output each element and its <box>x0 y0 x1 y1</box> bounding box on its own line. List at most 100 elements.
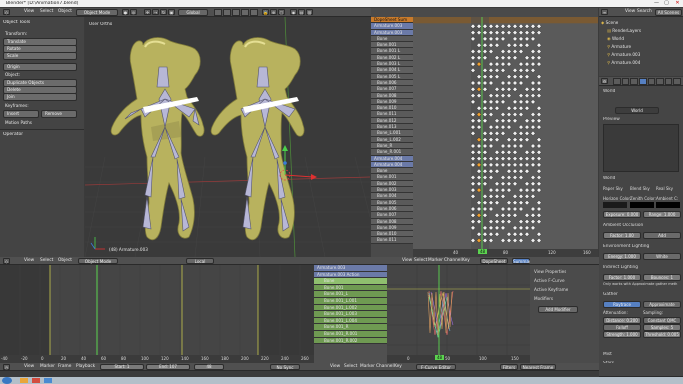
dopesheet-editor[interactable]: DopeSheet Sum Armature.003 Armature.003 Bo… <box>371 17 598 257</box>
timeline-menu-select[interactable]: Select <box>40 258 53 263</box>
graph-channel-row[interactable]: Bone.001_L.003 <box>314 311 387 318</box>
graph-channel-row[interactable]: Bone.001 <box>314 284 387 292</box>
section-mist[interactable]: Mist <box>603 352 612 357</box>
active-keyframe-panel[interactable]: Active Keyframe <box>534 287 568 292</box>
mode-dropdown[interactable]: Object Mode <box>76 9 118 16</box>
bottom-editor-icon[interactable]: ◷ <box>3 364 10 370</box>
paper-sky-check[interactable]: Paper Sky <box>603 186 623 191</box>
env-color-dropdown[interactable]: White <box>643 253 681 260</box>
graph-channel-row[interactable]: Bone <box>314 278 387 285</box>
range-field[interactable]: Range: 1.000 <box>643 211 681 218</box>
zenith-color-swatch[interactable] <box>630 202 654 208</box>
taskbar-app-icon[interactable] <box>20 378 28 383</box>
section-world[interactable]: World <box>603 176 615 181</box>
graph-channel-row[interactable]: Bone.001_R.002 <box>314 337 387 345</box>
current-frame-field[interactable]: 48 <box>194 364 224 370</box>
add-modifier-button[interactable]: Add Modifier <box>538 306 578 313</box>
gather-approximate-button[interactable]: Approximate <box>643 301 681 308</box>
graph-ruler[interactable]: 0 50 100 150 48 <box>387 355 530 363</box>
menu-view[interactable]: View <box>24 9 34 14</box>
pivot-icon[interactable]: ◎ <box>130 9 137 15</box>
world-name-field[interactable]: World <box>615 107 659 114</box>
rotate-icon[interactable]: ↻ <box>160 9 167 15</box>
sync-dropdown[interactable]: No Sync <box>270 364 300 370</box>
translate-icon[interactable]: → <box>152 9 159 15</box>
fcurve-editor-dropdown[interactable]: F-Curve Editor <box>416 364 456 370</box>
modifiers-panel[interactable]: Modifiers <box>534 296 553 301</box>
timeline-editor-icon[interactable]: ◇ <box>3 258 10 264</box>
timeline-orientation-dropdown[interactable]: Local <box>186 258 214 264</box>
filters-dropdown[interactable]: Filters <box>500 364 518 370</box>
minimize-button[interactable]: — <box>652 0 661 7</box>
channels-footer-marker[interactable]: Marker <box>360 364 375 369</box>
strength-field[interactable]: Strength: 1.000 <box>603 331 641 338</box>
graph-menu-marker[interactable]: Marker <box>428 258 443 263</box>
timeline-ruler[interactable]: -40 -20 0 20 40 60 80 100 120 140 160 180 200 220 240 2… <box>0 355 314 363</box>
join-button[interactable]: Join <box>3 93 77 101</box>
real-sky-check[interactable]: Real Sky <box>656 186 673 191</box>
view-properties-panel[interactable]: View Properties <box>534 269 566 274</box>
distance-field[interactable]: Distance: 0.200 <box>603 317 641 324</box>
properties-type-icon[interactable]: ⚙ <box>601 78 608 84</box>
insert-keyframe-button[interactable]: Insert <box>3 110 39 118</box>
render-icon[interactable]: ▤ <box>298 9 305 15</box>
bounces-field[interactable]: Bounces: 1 <box>643 274 681 281</box>
graph-channel-row[interactable]: Bone.001_R.001 <box>314 330 387 338</box>
section-preview[interactable]: Preview <box>603 117 620 122</box>
horizon-color-swatch[interactable] <box>603 202 627 208</box>
outliner-item[interactable]: ⚲ Armature.004 <box>607 60 640 65</box>
snap-target-icon[interactable]: ▢ <box>278 9 285 15</box>
graph-summary-button[interactable]: Summary <box>512 258 533 264</box>
channels-footer-select[interactable]: Select <box>344 364 357 369</box>
blend-sky-check[interactable]: Blend Sky <box>630 186 650 191</box>
samples-field[interactable]: Samples: 5 <box>643 324 681 331</box>
opengl-render-icon[interactable]: ▥ <box>306 9 313 15</box>
editor-type-icon[interactable]: ◇ <box>3 9 10 15</box>
outliner-item[interactable]: ⚲ Armature.003 <box>607 52 640 57</box>
section-ambient-occlusion[interactable]: Ambient Occlusion <box>603 223 643 228</box>
graph-channel-row[interactable]: Bone.001_L.002 <box>314 304 387 312</box>
outliner-menu-search[interactable]: Search <box>637 9 652 14</box>
dopesheet-channel-row[interactable]: Bone.011 <box>371 237 413 244</box>
start-icon[interactable] <box>2 377 12 384</box>
manipulator-icon[interactable]: ✛ <box>144 9 151 15</box>
outliner[interactable]: ◆ Scene ▤ RenderLayers ◉ World ⚲ Armature ⚲ … <box>599 17 683 76</box>
lock-icon[interactable]: 🔒 <box>262 9 269 15</box>
graph-channel-list[interactable]: Armature.003 Armature.003 Action Bone Bone.… <box>314 265 387 363</box>
timeline-editor[interactable]: -40 -20 0 20 40 60 80 100 120 140 160 180 200 220 240 2… <box>0 265 314 363</box>
outliner-menu-view[interactable]: View <box>625 9 635 14</box>
taskbar-app-icon[interactable] <box>32 378 40 383</box>
timeline-menu-view[interactable]: View <box>24 258 34 263</box>
nearest-frame-dropdown[interactable]: Nearest Frame <box>520 364 556 370</box>
outliner-item[interactable]: ▤ RenderLayers <box>607 28 641 33</box>
graph-menu-key[interactable]: Key <box>462 258 470 263</box>
outliner-item[interactable]: ⚲ Armature <box>607 44 631 49</box>
start-frame-field[interactable]: Start: 1 <box>100 364 144 370</box>
section-environment-lighting[interactable]: Environment Lighting <box>603 244 649 249</box>
graph-mode-dropdown[interactable]: DopeSheet <box>480 258 508 264</box>
timeline-menu-object[interactable]: Object <box>58 258 72 263</box>
dopesheet-frame-ruler[interactable]: 40 80 120 160 48 <box>413 249 598 257</box>
graph-menu-view[interactable]: View <box>402 258 412 263</box>
maximize-button[interactable]: ▢ <box>662 0 671 7</box>
fcurve-properties[interactable]: View Properties Active F-Curve Active Ke… <box>530 265 599 363</box>
timeline-menu-frame[interactable]: Frame <box>58 364 71 369</box>
channels-footer-view[interactable]: View <box>330 364 340 369</box>
menu-select[interactable]: Select <box>40 9 53 14</box>
timeline-area[interactable] <box>0 265 314 355</box>
viewport-3d[interactable]: User Ortho (48) Armature.003 <box>85 17 370 257</box>
menu-object[interactable]: Object <box>58 9 72 14</box>
timeline-menu-marker[interactable]: Marker <box>40 364 55 369</box>
layer-buttons[interactable] <box>214 9 258 16</box>
dopesheet-keyframe-area[interactable] <box>413 17 598 249</box>
graph-channel-row[interactable]: Bone.001_L.004 <box>314 317 387 325</box>
scale-icon[interactable]: ▣ <box>168 9 175 15</box>
sampling-method-dropdown[interactable]: Constant QMC <box>643 317 681 324</box>
graph-channel-row[interactable]: Bone.001_R <box>314 324 387 331</box>
outliner-type-icon[interactable]: ≡ <box>601 9 608 15</box>
timeline-menu-view-2[interactable]: View <box>24 364 34 369</box>
scale-button[interactable]: Scale <box>3 52 77 60</box>
taskbar-app-icon[interactable] <box>44 378 52 383</box>
properties-context-tabs[interactable] <box>613 78 681 85</box>
ambient-color-swatch[interactable] <box>656 202 680 208</box>
